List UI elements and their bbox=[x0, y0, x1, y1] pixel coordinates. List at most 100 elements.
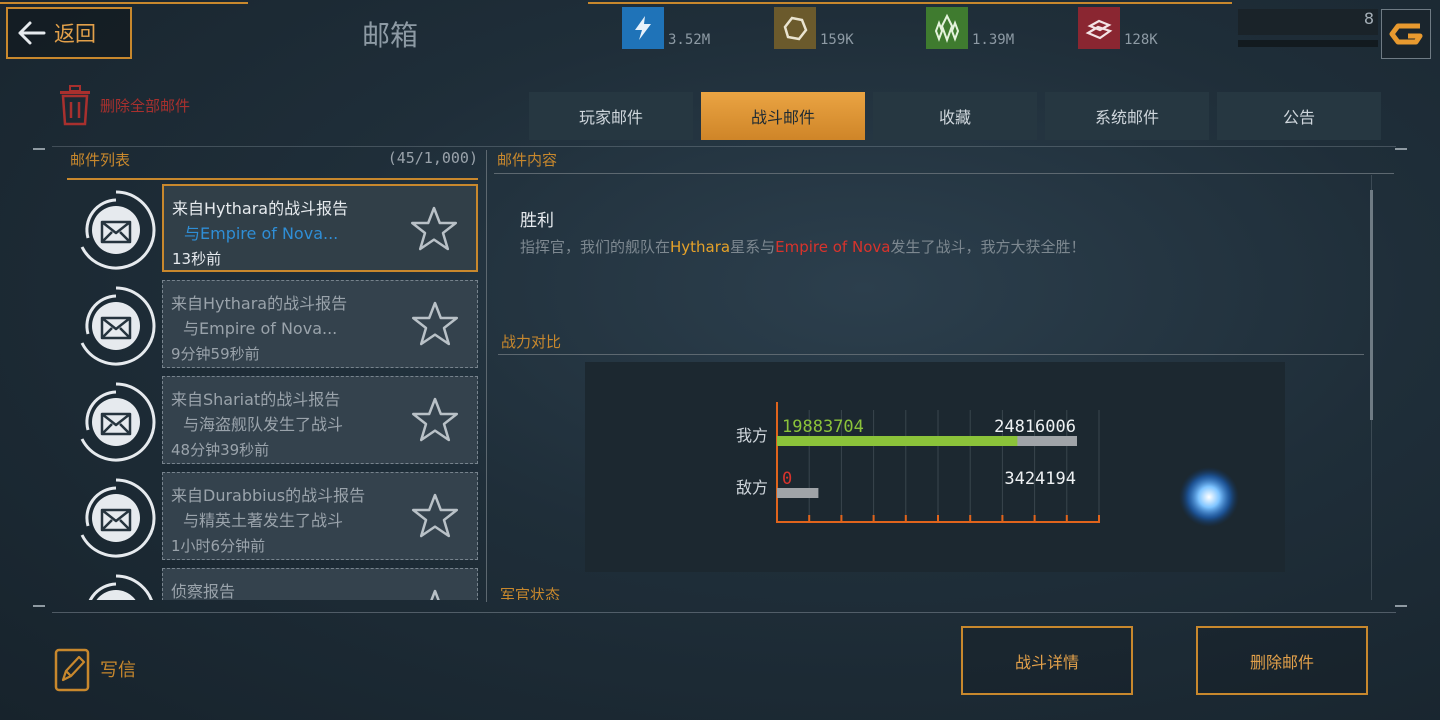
write-mail-button[interactable]: 写信 bbox=[54, 646, 136, 692]
mail-content-title: 邮件内容 bbox=[497, 151, 558, 169]
power-comparison-underline bbox=[498, 354, 1364, 355]
pencil-icon bbox=[54, 648, 90, 692]
mail-subject: 来自Shariat的战斗报告 bbox=[171, 390, 341, 409]
resource-ingot-value: 128K bbox=[1124, 32, 1158, 48]
chart-category-label: 我方 bbox=[736, 426, 768, 445]
g-menu-button[interactable] bbox=[1381, 9, 1431, 59]
mail-content-underline bbox=[494, 173, 1394, 174]
frame-corner-tick bbox=[33, 605, 45, 607]
energy-orb-icon bbox=[1179, 467, 1239, 527]
resource-energy-value: 3.52M bbox=[668, 32, 711, 48]
mail-preview: 与Empire of Nova... bbox=[183, 319, 338, 338]
mail-list-item[interactable]: 来自Hythara的战斗报告 与Empire of Nova... 9分钟59秒… bbox=[66, 280, 480, 370]
chart-value-label: 19883704 bbox=[782, 417, 864, 437]
mail-preview: 与Empire of Nova... bbox=[184, 224, 339, 243]
mail-time: 9分钟59秒前 bbox=[171, 345, 260, 363]
back-label: 返回 bbox=[54, 22, 96, 46]
ore-icon bbox=[774, 7, 816, 49]
g-logo-icon bbox=[1389, 23, 1423, 45]
tab-battle-mail[interactable]: 战斗邮件 bbox=[701, 92, 865, 140]
top-accent-line-left bbox=[0, 0, 248, 4]
chart-value-label: 0 bbox=[782, 469, 792, 489]
mail-list-title: 邮件列表 bbox=[70, 151, 131, 169]
energy-icon bbox=[622, 7, 664, 49]
tab-system-mail[interactable]: 系统邮件 bbox=[1045, 92, 1209, 140]
star-icon[interactable] bbox=[409, 395, 461, 447]
chart-value-label: 24816006 bbox=[994, 417, 1076, 437]
mail-tabs: 玩家邮件 战斗邮件 收藏 系统邮件 公告 bbox=[529, 92, 1381, 140]
chart-bar-remaining bbox=[777, 436, 1018, 446]
mail-envelope-icon bbox=[80, 478, 156, 558]
frame-corner-tick bbox=[1395, 605, 1407, 607]
back-button[interactable]: 返回 bbox=[6, 7, 132, 59]
chart-bar-total bbox=[777, 488, 819, 498]
mail-envelope-icon bbox=[80, 286, 156, 366]
crystal-icon bbox=[926, 7, 968, 49]
frame-corner-tick bbox=[1395, 148, 1407, 150]
mail-card[interactable]: 侦察报告 bbox=[162, 568, 478, 600]
panel-divider bbox=[486, 150, 487, 602]
star-icon[interactable] bbox=[409, 491, 461, 543]
battle-message-middle: 星系与 bbox=[730, 238, 776, 256]
resource-crystal[interactable]: 1.39M bbox=[926, 3, 1014, 49]
mail-subject: 来自Hythara的战斗报告 bbox=[171, 294, 348, 313]
trash-icon bbox=[60, 85, 90, 126]
battle-message-suffix: 发生了战斗，我方大获全胜！ bbox=[890, 238, 1086, 256]
mail-envelope-icon bbox=[88, 574, 153, 600]
mail-card[interactable]: 来自Durabbius的战斗报告 与精英土著发生了战斗 1小时6分钟前 bbox=[162, 472, 478, 560]
officer-status-title: 军官状态 bbox=[500, 586, 561, 600]
battle-result: 胜利 bbox=[520, 211, 554, 231]
delete-mail-button[interactable]: 删除邮件 bbox=[1196, 626, 1368, 695]
power-comparison-chart: 我方 敌方 19883704 24816006 0 3424194 bbox=[736, 402, 1239, 527]
mail-list-item[interactable]: 侦察报告 bbox=[66, 568, 480, 600]
mail-envelope-icon bbox=[80, 190, 156, 270]
battle-message-prefix: 指挥官，我们的舰队在 bbox=[520, 238, 671, 256]
mail-time: 48分钟39秒前 bbox=[171, 441, 270, 459]
ingot-icon bbox=[1078, 7, 1120, 49]
mail-list-item[interactable]: 来自Hythara的战斗报告 与Empire of Nova... 13秒前 bbox=[66, 184, 480, 274]
arrow-left-icon bbox=[18, 21, 46, 45]
star-icon[interactable] bbox=[409, 587, 461, 600]
write-mail-label: 写信 bbox=[100, 660, 136, 681]
mail-subject: 侦察报告 bbox=[171, 582, 236, 600]
page-title: 邮箱 bbox=[361, 19, 418, 52]
chart-value-label: 3424194 bbox=[1004, 469, 1076, 489]
mail-list-count: (45/1,000) bbox=[387, 149, 478, 167]
resource-ingot[interactable]: 128K bbox=[1078, 3, 1158, 49]
mail-card[interactable]: 来自Hythara的战斗报告 与Empire of Nova... 13秒前 bbox=[162, 184, 478, 272]
frame-corner-tick bbox=[33, 148, 45, 150]
delete-all-mail-button[interactable]: 删除全部邮件 bbox=[56, 84, 190, 126]
battle-enemy-name: Empire of Nova bbox=[775, 238, 891, 256]
panel-frame-top bbox=[52, 146, 1396, 147]
mail-time: 13秒前 bbox=[172, 250, 222, 268]
mail-card[interactable]: 来自Hythara的战斗报告 与Empire of Nova... 9分钟59秒… bbox=[162, 280, 478, 368]
mail-list[interactable]: 来自Hythara的战斗报告 与Empire of Nova... 13秒前 来… bbox=[66, 184, 480, 600]
resource-ore[interactable]: 159K bbox=[774, 3, 854, 49]
power-comparison-title: 战力对比 bbox=[501, 333, 562, 351]
battle-detail-button[interactable]: 战斗详情 bbox=[961, 626, 1133, 695]
chart-category-label: 敌方 bbox=[736, 478, 768, 497]
mail-preview: 与海盗舰队发生了战斗 bbox=[183, 415, 344, 434]
level-number: 8 bbox=[1363, 9, 1374, 28]
mail-subject: 来自Hythara的战斗报告 bbox=[172, 199, 349, 218]
star-icon[interactable] bbox=[409, 299, 461, 351]
resource-energy[interactable]: 3.52M bbox=[622, 3, 710, 49]
mail-envelope-icon bbox=[80, 382, 156, 462]
mail-list-item[interactable]: 来自Durabbius的战斗报告 与精英土著发生了战斗 1小时6分钟前 bbox=[66, 472, 480, 562]
mail-time: 1小时6分钟前 bbox=[171, 537, 266, 555]
content-scrollbar[interactable] bbox=[1370, 190, 1373, 420]
resource-ore-value: 159K bbox=[820, 32, 854, 48]
mail-list-underline bbox=[67, 178, 478, 180]
mail-list-item[interactable]: 来自Shariat的战斗报告 与海盗舰队发生了战斗 48分钟39秒前 bbox=[66, 376, 480, 466]
mail-subject: 来自Durabbius的战斗报告 bbox=[171, 486, 366, 505]
delete-all-mail-label: 删除全部邮件 bbox=[100, 96, 191, 115]
resource-crystal-value: 1.39M bbox=[972, 32, 1015, 48]
level-progress-bar bbox=[1238, 40, 1378, 47]
tab-favorites[interactable]: 收藏 bbox=[873, 92, 1037, 140]
mail-preview: 与精英土著发生了战斗 bbox=[183, 511, 344, 530]
panel-frame-bottom bbox=[52, 612, 1396, 613]
tab-announcements[interactable]: 公告 bbox=[1217, 92, 1381, 140]
mail-card[interactable]: 来自Shariat的战斗报告 与海盗舰队发生了战斗 48分钟39秒前 bbox=[162, 376, 478, 464]
star-icon[interactable] bbox=[408, 204, 460, 256]
tab-player-mail[interactable]: 玩家邮件 bbox=[529, 92, 693, 140]
